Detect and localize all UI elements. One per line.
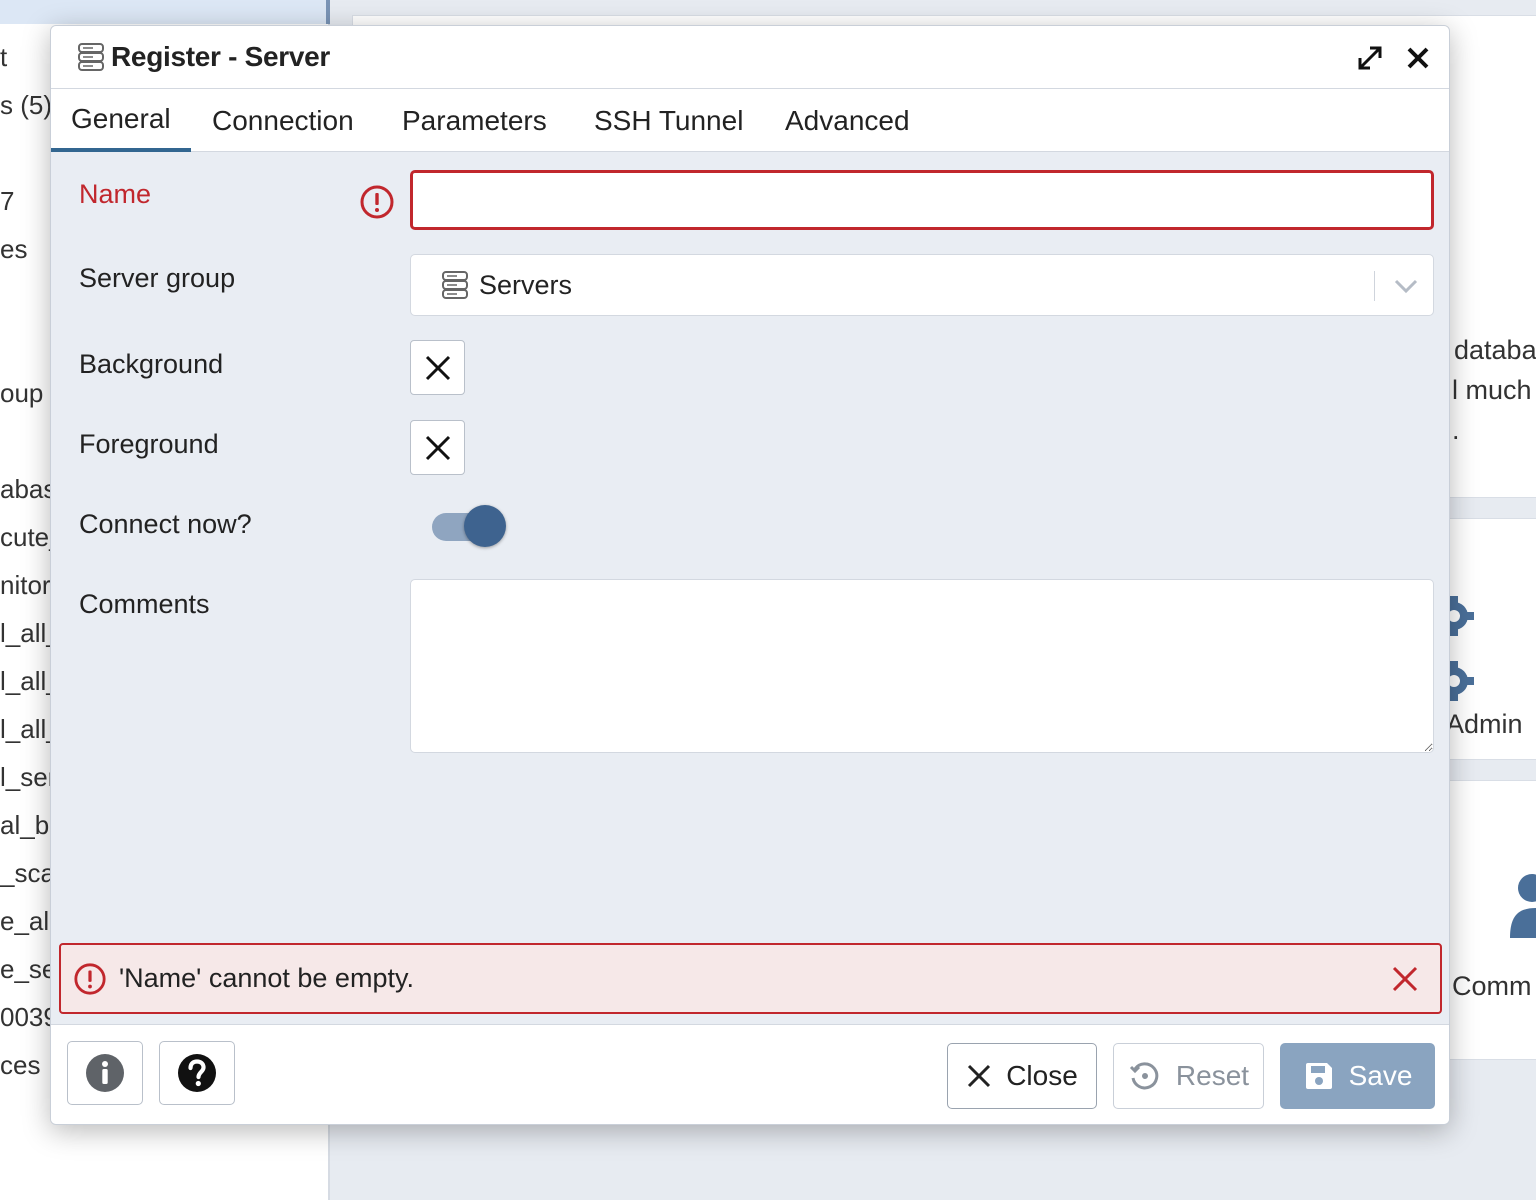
background-label: Background [79, 349, 224, 379]
info-button[interactable] [67, 1041, 143, 1105]
foreground-label: Foreground [79, 429, 219, 459]
tree-item[interactable]: e_se [0, 954, 56, 985]
tree-item[interactable]: _sca [0, 858, 55, 889]
maximize-button[interactable] [1352, 40, 1388, 76]
select-separator [1374, 271, 1375, 301]
save-button-label: Save [1348, 1060, 1413, 1091]
server-group-select[interactable]: Servers [410, 254, 1434, 316]
chevron-down-icon[interactable] [1393, 275, 1419, 297]
close-button[interactable]: Close [947, 1043, 1097, 1109]
comments-label: Comments [79, 589, 210, 619]
selected-tree-row [0, 0, 330, 24]
close-icon [968, 1064, 991, 1088]
tab-general[interactable]: General [51, 89, 191, 152]
connect-now-label: Connect now? [79, 509, 252, 539]
dialog-tabs: General Connection Parameters SSH Tunnel… [51, 89, 1449, 152]
foreground-color-picker[interactable] [410, 420, 465, 475]
dashboard-text: databa [1454, 335, 1536, 365]
admin-link[interactable]: Admin [1446, 709, 1523, 740]
tree-item[interactable]: es [0, 234, 27, 265]
background-color-picker[interactable] [410, 340, 465, 395]
error-icon [74, 962, 106, 995]
server-group-value: Servers [479, 269, 573, 300]
server-group-label: Server group [79, 263, 236, 293]
reset-button-label: Reset [1175, 1060, 1250, 1091]
tree-item[interactable]: al_b [0, 810, 49, 841]
dashboard-text: l much [1452, 375, 1532, 405]
dashboard-text: . [1452, 415, 1460, 445]
server-group-icon [442, 271, 468, 299]
comments-textarea[interactable] [410, 579, 1434, 753]
tree-item[interactable]: s (5) [0, 90, 52, 121]
save-button[interactable]: Save [1280, 1043, 1435, 1109]
toggle-knob [464, 505, 506, 547]
dialog-close-button[interactable] [1400, 40, 1436, 76]
tab-connection[interactable]: Connection [192, 89, 374, 152]
reset-button[interactable]: Reset [1113, 1043, 1264, 1109]
error-icon [360, 185, 394, 219]
tree-item[interactable]: e_all [0, 906, 55, 937]
tree-item[interactable]: t [0, 42, 7, 73]
reset-icon [1129, 1062, 1159, 1090]
close-icon [425, 355, 450, 380]
close-icon[interactable] [1390, 964, 1420, 994]
connect-now-toggle[interactable] [432, 505, 506, 549]
info-icon [86, 1054, 124, 1092]
tree-item[interactable]: 7 [0, 186, 14, 217]
tree-item[interactable]: nitor [0, 570, 51, 601]
tree-item[interactable]: l_ser [0, 762, 56, 793]
save-icon [1305, 1063, 1332, 1089]
register-server-dialog: Register - Server General Connection Par… [50, 25, 1450, 1125]
close-icon [425, 435, 450, 460]
expand-icon [1358, 46, 1382, 70]
dialog-footer: Close Reset Save [51, 1024, 1449, 1124]
close-icon [1407, 47, 1429, 69]
user-icon [1510, 874, 1536, 938]
help-button[interactable] [159, 1041, 235, 1105]
dialog-header[interactable]: Register - Server [51, 26, 1449, 89]
name-label: Name [79, 179, 152, 209]
dialog-title: Register - Server [111, 41, 331, 72]
name-input[interactable] [410, 170, 1434, 230]
help-icon [178, 1054, 216, 1092]
error-message-bar: 'Name' cannot be empty. [59, 943, 1442, 1014]
error-message-text: 'Name' cannot be empty. [119, 963, 414, 993]
close-button-label: Close [1006, 1060, 1078, 1091]
tab-advanced[interactable]: Advanced [765, 89, 930, 152]
tree-item[interactable]: abas [0, 474, 56, 505]
tab-parameters[interactable]: Parameters [382, 89, 567, 152]
server-group-icon [78, 43, 104, 71]
community-link[interactable]: Comm [1452, 971, 1532, 1002]
tab-ssh-tunnel[interactable]: SSH Tunnel [574, 89, 763, 152]
tree-item[interactable]: ces [0, 1050, 40, 1081]
